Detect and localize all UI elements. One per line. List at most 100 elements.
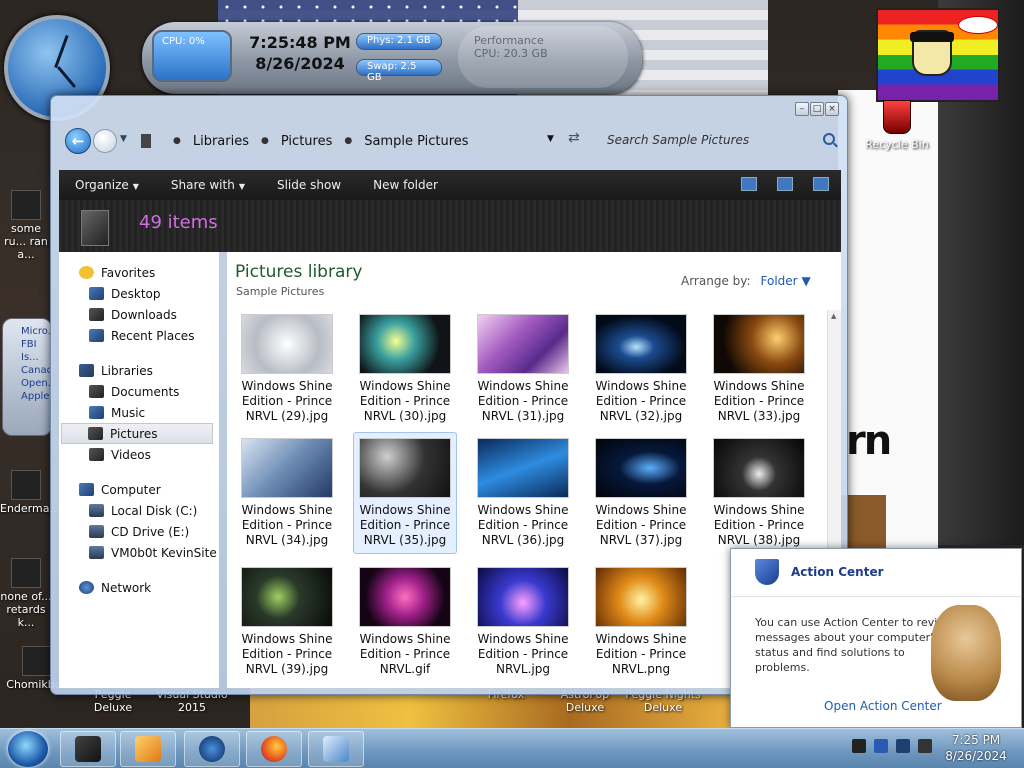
news-line[interactable]: Apple... — [21, 390, 51, 403]
minimize-button[interactable]: – — [795, 102, 809, 116]
breadcrumb-separator[interactable]: ● — [344, 136, 352, 146]
sidebar-item-videos[interactable]: Videos — [59, 444, 219, 465]
file-item[interactable]: Windows Shine Edition - Prince NRVL (38).j… — [707, 432, 811, 554]
sidebar-item-cd-drive[interactable]: CD Drive (E:) — [59, 521, 219, 542]
explorer-window[interactable]: – □ × ← ▼ ● Libraries ● Pictures ● Sampl… — [50, 95, 848, 695]
news-line[interactable]: FBI Is... — [21, 338, 51, 364]
sidebar-item-documents[interactable]: Documents — [59, 381, 219, 402]
file-item-selected[interactable]: Windows Shine Edition - Prince NRVL (35).j… — [353, 432, 457, 554]
libraries-icon — [79, 364, 94, 377]
file-item[interactable]: Windows Shine Edition - Prince NRVL.jpg — [471, 561, 575, 683]
sidebar-item-favorites[interactable]: Favorites — [59, 262, 219, 283]
tray-arrow-icon[interactable] — [852, 739, 866, 753]
file-name-line: NRVL (29).jpg — [245, 409, 329, 423]
recent-pages-dropdown[interactable]: ▼ — [120, 134, 127, 144]
taskbar-button-globe[interactable] — [184, 731, 240, 767]
sidebar-item-pictures[interactable]: Pictures — [61, 423, 213, 444]
taskbar-button-media-player[interactable] — [120, 731, 176, 767]
breadcrumb[interactable]: ● Libraries ● Pictures ● Sample Pictures — [135, 128, 565, 154]
organize-button[interactable]: Organize ▼ — [59, 178, 155, 192]
taskbar-clock[interactable]: 7:25 PM 8/26/2024 — [932, 732, 1020, 764]
sidebar-item-desktop[interactable]: Desktop — [59, 283, 219, 304]
desktop-icon-recycle-bin[interactable]: Recycle Bin — [862, 100, 932, 151]
news-line[interactable]: Canad... — [21, 364, 51, 377]
search-icon[interactable] — [823, 133, 835, 145]
refresh-icon[interactable]: ⇄ — [568, 130, 580, 146]
desktop-icon[interactable]: Enderma... — [0, 470, 60, 515]
sidebar-item-downloads[interactable]: Downloads — [59, 304, 219, 325]
file-item[interactable]: Windows Shine Edition - Prince NRVL.png — [589, 561, 693, 683]
desktop-icon-label: Enderma... — [0, 502, 60, 515]
new-folder-button[interactable]: New folder — [357, 178, 454, 192]
action-center-popup[interactable]: Action Center You can use Action Center … — [730, 548, 1022, 728]
news-gadget[interactable]: Micro... FBI Is... Canad... Open... Appl… — [2, 318, 52, 436]
taskbar-button-explorer[interactable] — [60, 731, 116, 767]
close-button[interactable]: × — [825, 102, 839, 116]
sidebar-label: Libraries — [101, 363, 153, 378]
performance-gadget: Performance CPU: 20.3 GB — [458, 26, 628, 88]
address-dropdown-arrow[interactable]: ▼ — [547, 134, 554, 144]
file-item[interactable]: Windows Shine Edition - Prince NRVL (37).j… — [589, 432, 693, 554]
search-input[interactable]: Search Sample Pictures — [595, 128, 841, 154]
share-with-button[interactable]: Share with ▼ — [155, 178, 261, 192]
file-item[interactable]: Windows Shine Edition - Prince NRVL (33).j… — [707, 308, 811, 430]
file-name-line: NRVL (35).jpg — [363, 533, 447, 547]
help-icon[interactable] — [813, 177, 829, 191]
preview-pane-icon[interactable] — [777, 177, 793, 191]
action-center-tray-icon[interactable] — [874, 739, 888, 753]
sidebar-item-computer[interactable]: Computer — [59, 479, 219, 500]
file-item[interactable]: Windows Shine Edition - Prince NRVL (30).j… — [353, 308, 457, 430]
file-item[interactable]: Windows Shine Edition - Prince NRVL (29).j… — [235, 308, 339, 430]
computer-group: Computer Local Disk (C:) CD Drive (E:) V… — [59, 479, 219, 563]
file-name-line: Edition - Prince — [241, 518, 333, 532]
file-item[interactable]: Windows Shine Edition - Prince NRVL.gif — [353, 561, 457, 683]
file-name: Windows Shine Edition - Prince NRVL.gif — [354, 632, 456, 677]
sidebar-item-music[interactable]: Music — [59, 402, 219, 423]
file-name-line: NRVL (32).jpg — [599, 409, 683, 423]
sidebar-item-local-disk[interactable]: Local Disk (C:) — [59, 500, 219, 521]
start-button[interactable] — [8, 731, 48, 767]
breadcrumb-libraries[interactable]: Libraries — [193, 134, 249, 149]
breadcrumb-sample-pictures[interactable]: Sample Pictures — [364, 134, 468, 149]
desktop-icon[interactable]: none of... retards k... — [0, 558, 52, 629]
breadcrumb-pictures[interactable]: Pictures — [281, 134, 332, 149]
taskbar-button-control-panel[interactable] — [308, 731, 364, 767]
gadget-time: 7:25:48 PM — [249, 33, 351, 52]
sidebar-item-libraries[interactable]: Libraries — [59, 360, 219, 381]
system-meter-gadget[interactable]: CPU: 0% 7:25:48 PM 8/26/2024 Phys: 2.1 G… — [142, 22, 642, 94]
file-name-line: Edition - Prince — [359, 518, 451, 532]
file-name: Windows Shine Edition - Prince NRVL.jpg — [472, 632, 574, 677]
arrange-by: Arrange by: Folder ▼ — [681, 274, 811, 288]
open-action-center-link[interactable]: Open Action Center — [824, 699, 942, 713]
sidebar-item-recent-places[interactable]: Recent Places — [59, 325, 219, 346]
breadcrumb-separator[interactable]: ● — [173, 136, 181, 146]
sidebar-item-network[interactable]: Network — [59, 577, 219, 598]
breadcrumb-separator[interactable]: ● — [261, 136, 269, 146]
slide-show-button[interactable]: Slide show — [261, 178, 357, 192]
arrange-label: Arrange by: — [681, 274, 751, 288]
desktop-icon-label: none of... retards k... — [0, 590, 52, 629]
news-line[interactable]: Micro... — [21, 325, 51, 338]
file-item[interactable]: Windows Shine Edition - Prince NRVL (34).j… — [235, 432, 339, 554]
chevron-down-icon: ▼ — [238, 182, 245, 191]
desktop-icon[interactable]: some ru... ran a... — [0, 190, 52, 261]
network-icon — [79, 581, 94, 594]
file-item[interactable]: Windows Shine Edition - Prince NRVL (36).j… — [471, 432, 575, 554]
network-drive-icon — [89, 546, 104, 559]
forward-button[interactable] — [93, 129, 117, 153]
file-item[interactable]: Windows Shine Edition - Prince NRVL (31).j… — [471, 308, 575, 430]
desktop-picture[interactable] — [876, 8, 1000, 102]
change-view-icon[interactable] — [741, 177, 757, 191]
back-button[interactable]: ← — [65, 128, 91, 154]
taskbar-button-firefox[interactable] — [246, 731, 302, 767]
maximize-button[interactable]: □ — [810, 102, 824, 116]
sidebar-item-network-drive[interactable]: VM0b0t KevinSite — [59, 542, 219, 563]
image-thumbnail — [477, 314, 569, 374]
news-line[interactable]: Open... — [21, 377, 51, 390]
file-item[interactable]: Windows Shine Edition - Prince NRVL (32).j… — [589, 308, 693, 430]
network-tray-icon[interactable] — [896, 739, 910, 753]
file-item[interactable]: Windows Shine Edition - Prince NRVL (39).j… — [235, 561, 339, 683]
volume-tray-icon[interactable] — [918, 739, 932, 753]
arrange-dropdown[interactable]: Folder ▼ — [761, 274, 811, 288]
recent-places-icon — [89, 329, 104, 342]
